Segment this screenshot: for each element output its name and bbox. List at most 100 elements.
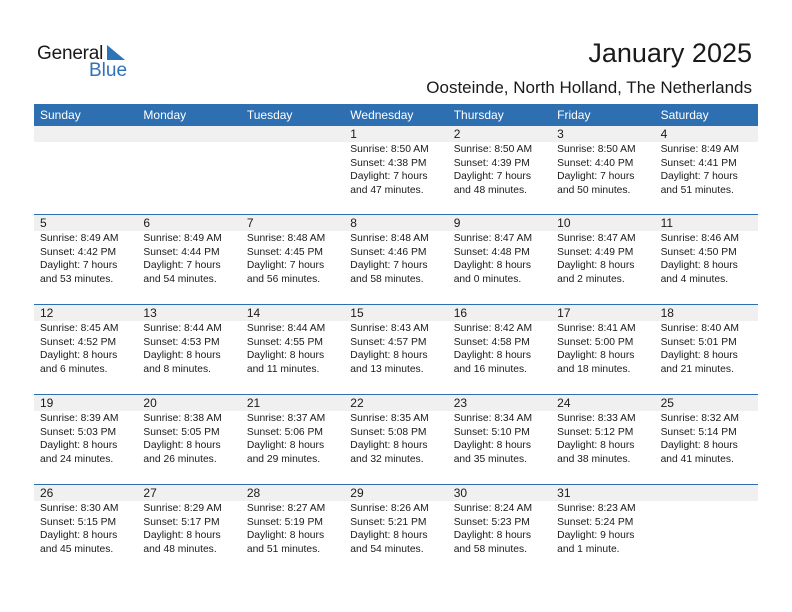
day-cell: Sunrise: 8:45 AM Sunset: 4:52 PM Daylight:… xyxy=(34,321,137,376)
weekday-sunday: Sunday xyxy=(40,108,81,122)
day-number: 25 xyxy=(660,396,674,410)
sunset-time: Sunset: 4:57 PM xyxy=(350,336,427,348)
day-number: 27 xyxy=(143,486,157,500)
day-cell: Sunrise: 8:40 AM Sunset: 5:01 PM Daylight:… xyxy=(655,321,758,376)
day-number: 21 xyxy=(246,396,261,410)
sunrise-time: Sunrise: 8:30 AM xyxy=(40,503,119,514)
daylight-duration: Daylight: 8 hours xyxy=(453,530,531,542)
day-cell: Sunrise: 8:47 AM Sunset: 4:48 PM Daylight:… xyxy=(448,231,551,286)
daylight-duration: and 1 minute. xyxy=(557,543,620,555)
sunset-time: Sunset: 4:40 PM xyxy=(557,157,634,169)
sunset-time: Sunset: 5:10 PM xyxy=(453,426,530,438)
sunrise-time: Sunrise: 8:49 AM xyxy=(660,144,739,155)
sunrise-time: Sunrise: 8:42 AM xyxy=(453,323,533,334)
day-cell: Sunrise: 8:44 AM Sunset: 4:55 PM Daylight:… xyxy=(241,321,344,376)
day-number: 14 xyxy=(246,306,261,320)
day-number xyxy=(241,126,344,142)
daylight-duration: and 51 minutes. xyxy=(246,543,321,555)
daylight-duration: and 41 minutes. xyxy=(660,453,734,465)
daylight-duration: and 13 minutes. xyxy=(350,363,424,375)
daylight-duration: Daylight: 8 hours xyxy=(660,440,738,452)
day-number: 26 xyxy=(40,486,54,500)
daylight-duration: and 51 minutes. xyxy=(660,184,734,196)
daylight-duration: and 24 minutes. xyxy=(40,453,114,465)
sunset-time: Sunset: 4:55 PM xyxy=(246,336,323,348)
day-number xyxy=(34,126,137,142)
day-cell: Sunrise: 8:48 AM Sunset: 4:46 PM Daylight:… xyxy=(344,231,447,286)
day-cell: Sunrise: 8:43 AM Sunset: 4:57 PM Daylight:… xyxy=(344,321,447,376)
weekday-saturday: Saturday xyxy=(660,108,709,122)
sunrise-time: Sunrise: 8:49 AM xyxy=(143,233,222,244)
sunset-time: Sunset: 4:53 PM xyxy=(143,336,220,348)
day-number: 12 xyxy=(40,306,54,320)
daylight-duration: and 58 minutes. xyxy=(350,273,424,285)
day-number: 2 xyxy=(453,127,461,141)
sunset-time: Sunset: 5:24 PM xyxy=(557,516,634,528)
daylight-duration: Daylight: 8 hours xyxy=(246,440,325,452)
daylight-duration: and 50 minutes. xyxy=(557,184,631,196)
sunset-time: Sunset: 5:05 PM xyxy=(143,426,220,438)
daylight-duration: Daylight: 8 hours xyxy=(40,530,118,542)
sunrise-time: Sunrise: 8:49 AM xyxy=(40,233,119,244)
weekday-tuesday: Tuesday xyxy=(246,108,293,122)
daylight-duration: Daylight: 7 hours xyxy=(40,260,118,272)
week-row: 12 13 14 15 16 17 18 Sunrise: 8:45 AM Sunset: 4:… xyxy=(34,305,758,395)
daylight-duration: and 54 minutes. xyxy=(350,543,424,555)
day-number: 23 xyxy=(453,396,468,410)
day-info-row: Sunrise: 8:39 AM Sunset: 5:03 PM Daylight:… xyxy=(34,411,758,466)
sunrise-time: Sunrise: 8:27 AM xyxy=(246,503,326,514)
day-number-row: 12 13 14 15 16 17 18 xyxy=(34,305,758,321)
day-info-row: Sunrise: 8:45 AM Sunset: 4:52 PM Daylight:… xyxy=(34,321,758,376)
day-number: 16 xyxy=(453,306,468,320)
sunrise-time: Sunrise: 8:34 AM xyxy=(453,413,533,424)
daylight-duration: Daylight: 8 hours xyxy=(453,260,531,272)
daylight-duration: Daylight: 8 hours xyxy=(246,350,325,362)
sunrise-time: Sunrise: 8:50 AM xyxy=(350,144,429,155)
day-number: 19 xyxy=(40,396,54,410)
sunrise-time: Sunrise: 8:44 AM xyxy=(143,323,222,334)
sunrise-time: Sunrise: 8:47 AM xyxy=(453,233,533,244)
day-cell: Sunrise: 8:24 AM Sunset: 5:23 PM Daylight:… xyxy=(448,501,551,556)
week-row: 5 6 7 8 9 10 11 Sunrise: 8:49 AM Sunset: 4:42 PM… xyxy=(34,215,758,305)
daylight-duration: Daylight: 8 hours xyxy=(350,440,428,452)
daylight-duration: and 0 minutes. xyxy=(453,273,522,285)
daylight-duration: Daylight: 8 hours xyxy=(453,440,531,452)
weekday-header-row: Sunday Monday Tuesday Wednesday Thursday Frid… xyxy=(34,104,758,126)
day-cell: Sunrise: 8:32 AM Sunset: 5:14 PM Daylight:… xyxy=(655,411,758,466)
calendar-grid: Sunday Monday Tuesday Wednesday Thursday Frid… xyxy=(34,104,758,574)
sunset-time: Sunset: 5:12 PM xyxy=(557,426,634,438)
daylight-duration: Daylight: 8 hours xyxy=(557,260,635,272)
day-cell xyxy=(241,142,344,197)
generalblue-logo: General Blue xyxy=(37,43,137,83)
daylight-duration: Daylight: 7 hours xyxy=(350,171,428,183)
sunset-time: Sunset: 4:42 PM xyxy=(40,246,117,258)
sunset-time: Sunset: 4:45 PM xyxy=(246,246,323,258)
sunrise-time: Sunrise: 8:45 AM xyxy=(40,323,119,334)
daylight-duration: and 53 minutes. xyxy=(40,273,114,285)
weeks-container: 1 2 3 4 Sunrise: 8:50 AM Sunset: 4:38 PM Dayli… xyxy=(34,126,758,574)
daylight-duration: and 35 minutes. xyxy=(453,453,527,465)
sunrise-time: Sunrise: 8:47 AM xyxy=(557,233,636,244)
day-cell: Sunrise: 8:37 AM Sunset: 5:06 PM Daylight:… xyxy=(241,411,344,466)
sunrise-time: Sunrise: 8:29 AM xyxy=(143,503,222,514)
sunset-time: Sunset: 4:41 PM xyxy=(660,157,737,169)
day-number: 15 xyxy=(350,306,364,320)
daylight-duration: and 48 minutes. xyxy=(143,543,217,555)
day-cell: Sunrise: 8:48 AM Sunset: 4:45 PM Daylight:… xyxy=(241,231,344,286)
daylight-duration: and 32 minutes. xyxy=(350,453,424,465)
day-number: 22 xyxy=(350,396,364,410)
day-info-row: Sunrise: 8:49 AM Sunset: 4:42 PM Daylight:… xyxy=(34,231,758,286)
sunset-time: Sunset: 4:58 PM xyxy=(453,336,530,348)
sunrise-time: Sunrise: 8:46 AM xyxy=(660,233,739,244)
day-cell: Sunrise: 8:50 AM Sunset: 4:39 PM Daylight:… xyxy=(448,142,551,197)
sunrise-time: Sunrise: 8:48 AM xyxy=(350,233,429,244)
day-number-row: 5 6 7 8 9 10 11 xyxy=(34,215,758,231)
day-cell: Sunrise: 8:39 AM Sunset: 5:03 PM Daylight:… xyxy=(34,411,137,466)
weekday-friday: Friday xyxy=(557,108,591,122)
daylight-duration: Daylight: 8 hours xyxy=(40,350,118,362)
daylight-duration: and 48 minutes. xyxy=(453,184,527,196)
sunrise-time: Sunrise: 8:26 AM xyxy=(350,503,429,514)
sunset-time: Sunset: 5:03 PM xyxy=(40,426,117,438)
day-cell xyxy=(655,501,758,556)
day-cell: Sunrise: 8:38 AM Sunset: 5:05 PM Daylight:… xyxy=(137,411,240,466)
